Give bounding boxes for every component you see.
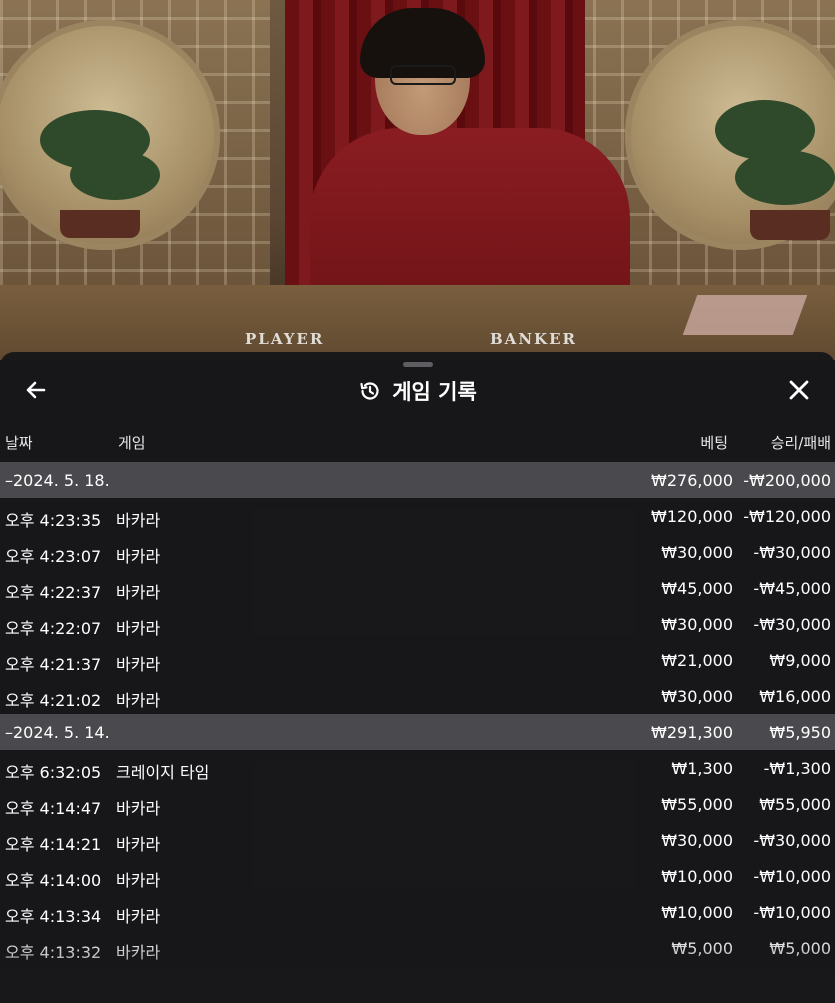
history-row[interactable]: 오후 4:21:02 바카라 ₩30,000 ₩16,000: [0, 678, 835, 714]
row-result: -₩1,300: [763, 759, 831, 778]
sheet-header: 게임 기록: [0, 370, 835, 412]
row-game: 바카라: [116, 511, 161, 530]
row-bet: ₩30,000: [661, 615, 733, 634]
row-time: 오후 4:13:32: [5, 943, 102, 962]
row-game: 바카라: [116, 655, 161, 674]
column-date: 날짜: [5, 434, 33, 452]
row-game: 바카라: [116, 835, 161, 854]
row-bet: ₩30,000: [661, 831, 733, 850]
history-icon: [360, 382, 379, 400]
history-row[interactable]: 오후 4:23:35 바카라 ₩120,000 -₩120,000: [0, 498, 835, 534]
row-result: -₩45,000: [753, 579, 831, 598]
history-row[interactable]: 오후 4:21:37 바카라 ₩21,000 ₩9,000: [0, 642, 835, 678]
row-bet: ₩21,000: [661, 651, 733, 670]
history-row[interactable]: 오후 4:14:47 바카라 ₩55,000 ₩55,000: [0, 786, 835, 822]
row-time: 오후 4:14:00: [5, 871, 102, 890]
group-date: –2024. 5. 18.: [5, 471, 110, 490]
row-bet: ₩30,000: [661, 687, 733, 706]
row-bet: ₩10,000: [661, 903, 733, 922]
table-banker-label: BANKER: [490, 330, 577, 348]
sheet-drag-handle[interactable]: [403, 362, 433, 367]
table-player-label: PLAYER: [245, 330, 325, 348]
history-row[interactable]: 오후 4:14:00 바카라 ₩10,000 -₩10,000: [0, 858, 835, 894]
group-date: –2024. 5. 14.: [5, 723, 110, 742]
row-game: 바카라: [116, 547, 161, 566]
row-result: -₩120,000: [743, 507, 831, 526]
history-row[interactable]: 오후 6:32:05 크레이지 타임 ₩1,300 -₩1,300: [0, 750, 835, 786]
row-time: 오후 4:13:34: [5, 907, 102, 926]
history-list: –2024. 5. 18. ₩276,000 -₩200,000 오후 4:23…: [0, 462, 835, 966]
row-time: 오후 4:23:35: [5, 511, 102, 530]
page-title: 게임 기록: [392, 380, 477, 404]
date-group-header[interactable]: –2024. 5. 18. ₩276,000 -₩200,000: [0, 462, 835, 498]
date-group-header[interactable]: –2024. 5. 14. ₩291,300 ₩5,950: [0, 714, 835, 750]
column-header: 날짜 게임 베팅 승리/패배: [0, 432, 835, 456]
row-bet: ₩55,000: [661, 795, 733, 814]
row-result: ₩55,000: [759, 795, 831, 814]
column-bet: 베팅: [700, 434, 728, 452]
row-result: -₩30,000: [753, 615, 831, 634]
close-icon: [789, 380, 809, 400]
history-row[interactable]: 오후 4:22:07 바카라 ₩30,000 -₩30,000: [0, 606, 835, 642]
row-bet: ₩120,000: [651, 507, 733, 526]
row-time: 오후 6:32:05: [5, 763, 102, 782]
group-bet-total: ₩276,000: [651, 471, 733, 490]
row-time: 오후 4:23:07: [5, 547, 102, 566]
live-video-feed: PLAYER BANKER: [0, 0, 835, 360]
close-button[interactable]: [783, 374, 815, 406]
row-result: -₩30,000: [753, 543, 831, 562]
row-game: 바카라: [116, 871, 161, 890]
row-game: 바카라: [116, 907, 161, 926]
row-time: 오후 4:21:02: [5, 691, 102, 710]
column-game: 게임: [118, 434, 146, 452]
history-row[interactable]: 오후 4:13:34 바카라 ₩10,000 -₩10,000: [0, 894, 835, 930]
group-result-total: ₩5,950: [769, 723, 831, 742]
history-row[interactable]: 오후 4:13:32 바카라 ₩5,000 ₩5,000: [0, 930, 835, 966]
history-row[interactable]: 오후 4:23:07 바카라 ₩30,000 -₩30,000: [0, 534, 835, 570]
row-game: 바카라: [116, 691, 161, 710]
history-row[interactable]: 오후 4:14:21 바카라 ₩30,000 -₩30,000: [0, 822, 835, 858]
row-bet: ₩5,000: [671, 939, 733, 958]
row-bet: ₩1,300: [671, 759, 733, 778]
row-result: ₩16,000: [759, 687, 831, 706]
row-time: 오후 4:14:47: [5, 799, 102, 818]
row-game: 바카라: [116, 943, 161, 962]
row-result: -₩30,000: [753, 831, 831, 850]
row-bet: ₩30,000: [661, 543, 733, 562]
history-row[interactable]: 오후 4:22:37 바카라 ₩45,000 -₩45,000: [0, 570, 835, 606]
row-result: ₩5,000: [769, 939, 831, 958]
row-game: 바카라: [116, 619, 161, 638]
row-time: 오후 4:21:37: [5, 655, 102, 674]
column-result: 승리/패배: [770, 434, 831, 452]
row-result: -₩10,000: [753, 903, 831, 922]
row-game: 바카라: [116, 799, 161, 818]
row-time: 오후 4:14:21: [5, 835, 102, 854]
row-game: 바카라: [116, 583, 161, 602]
row-game: 크레이지 타임: [116, 763, 210, 782]
row-bet: ₩10,000: [661, 867, 733, 886]
group-bet-total: ₩291,300: [651, 723, 733, 742]
row-time: 오후 4:22:07: [5, 619, 102, 638]
group-result-total: -₩200,000: [743, 471, 831, 490]
row-time: 오후 4:22:37: [5, 583, 102, 602]
game-history-sheet: 게임 기록 날짜 게임 베팅 승리/패배 –2024. 5. 18. ₩276,…: [0, 352, 835, 1003]
row-result: -₩10,000: [753, 867, 831, 886]
row-result: ₩9,000: [769, 651, 831, 670]
card-shoe: [682, 295, 808, 335]
row-bet: ₩45,000: [661, 579, 733, 598]
dealer-glasses: [390, 65, 456, 85]
